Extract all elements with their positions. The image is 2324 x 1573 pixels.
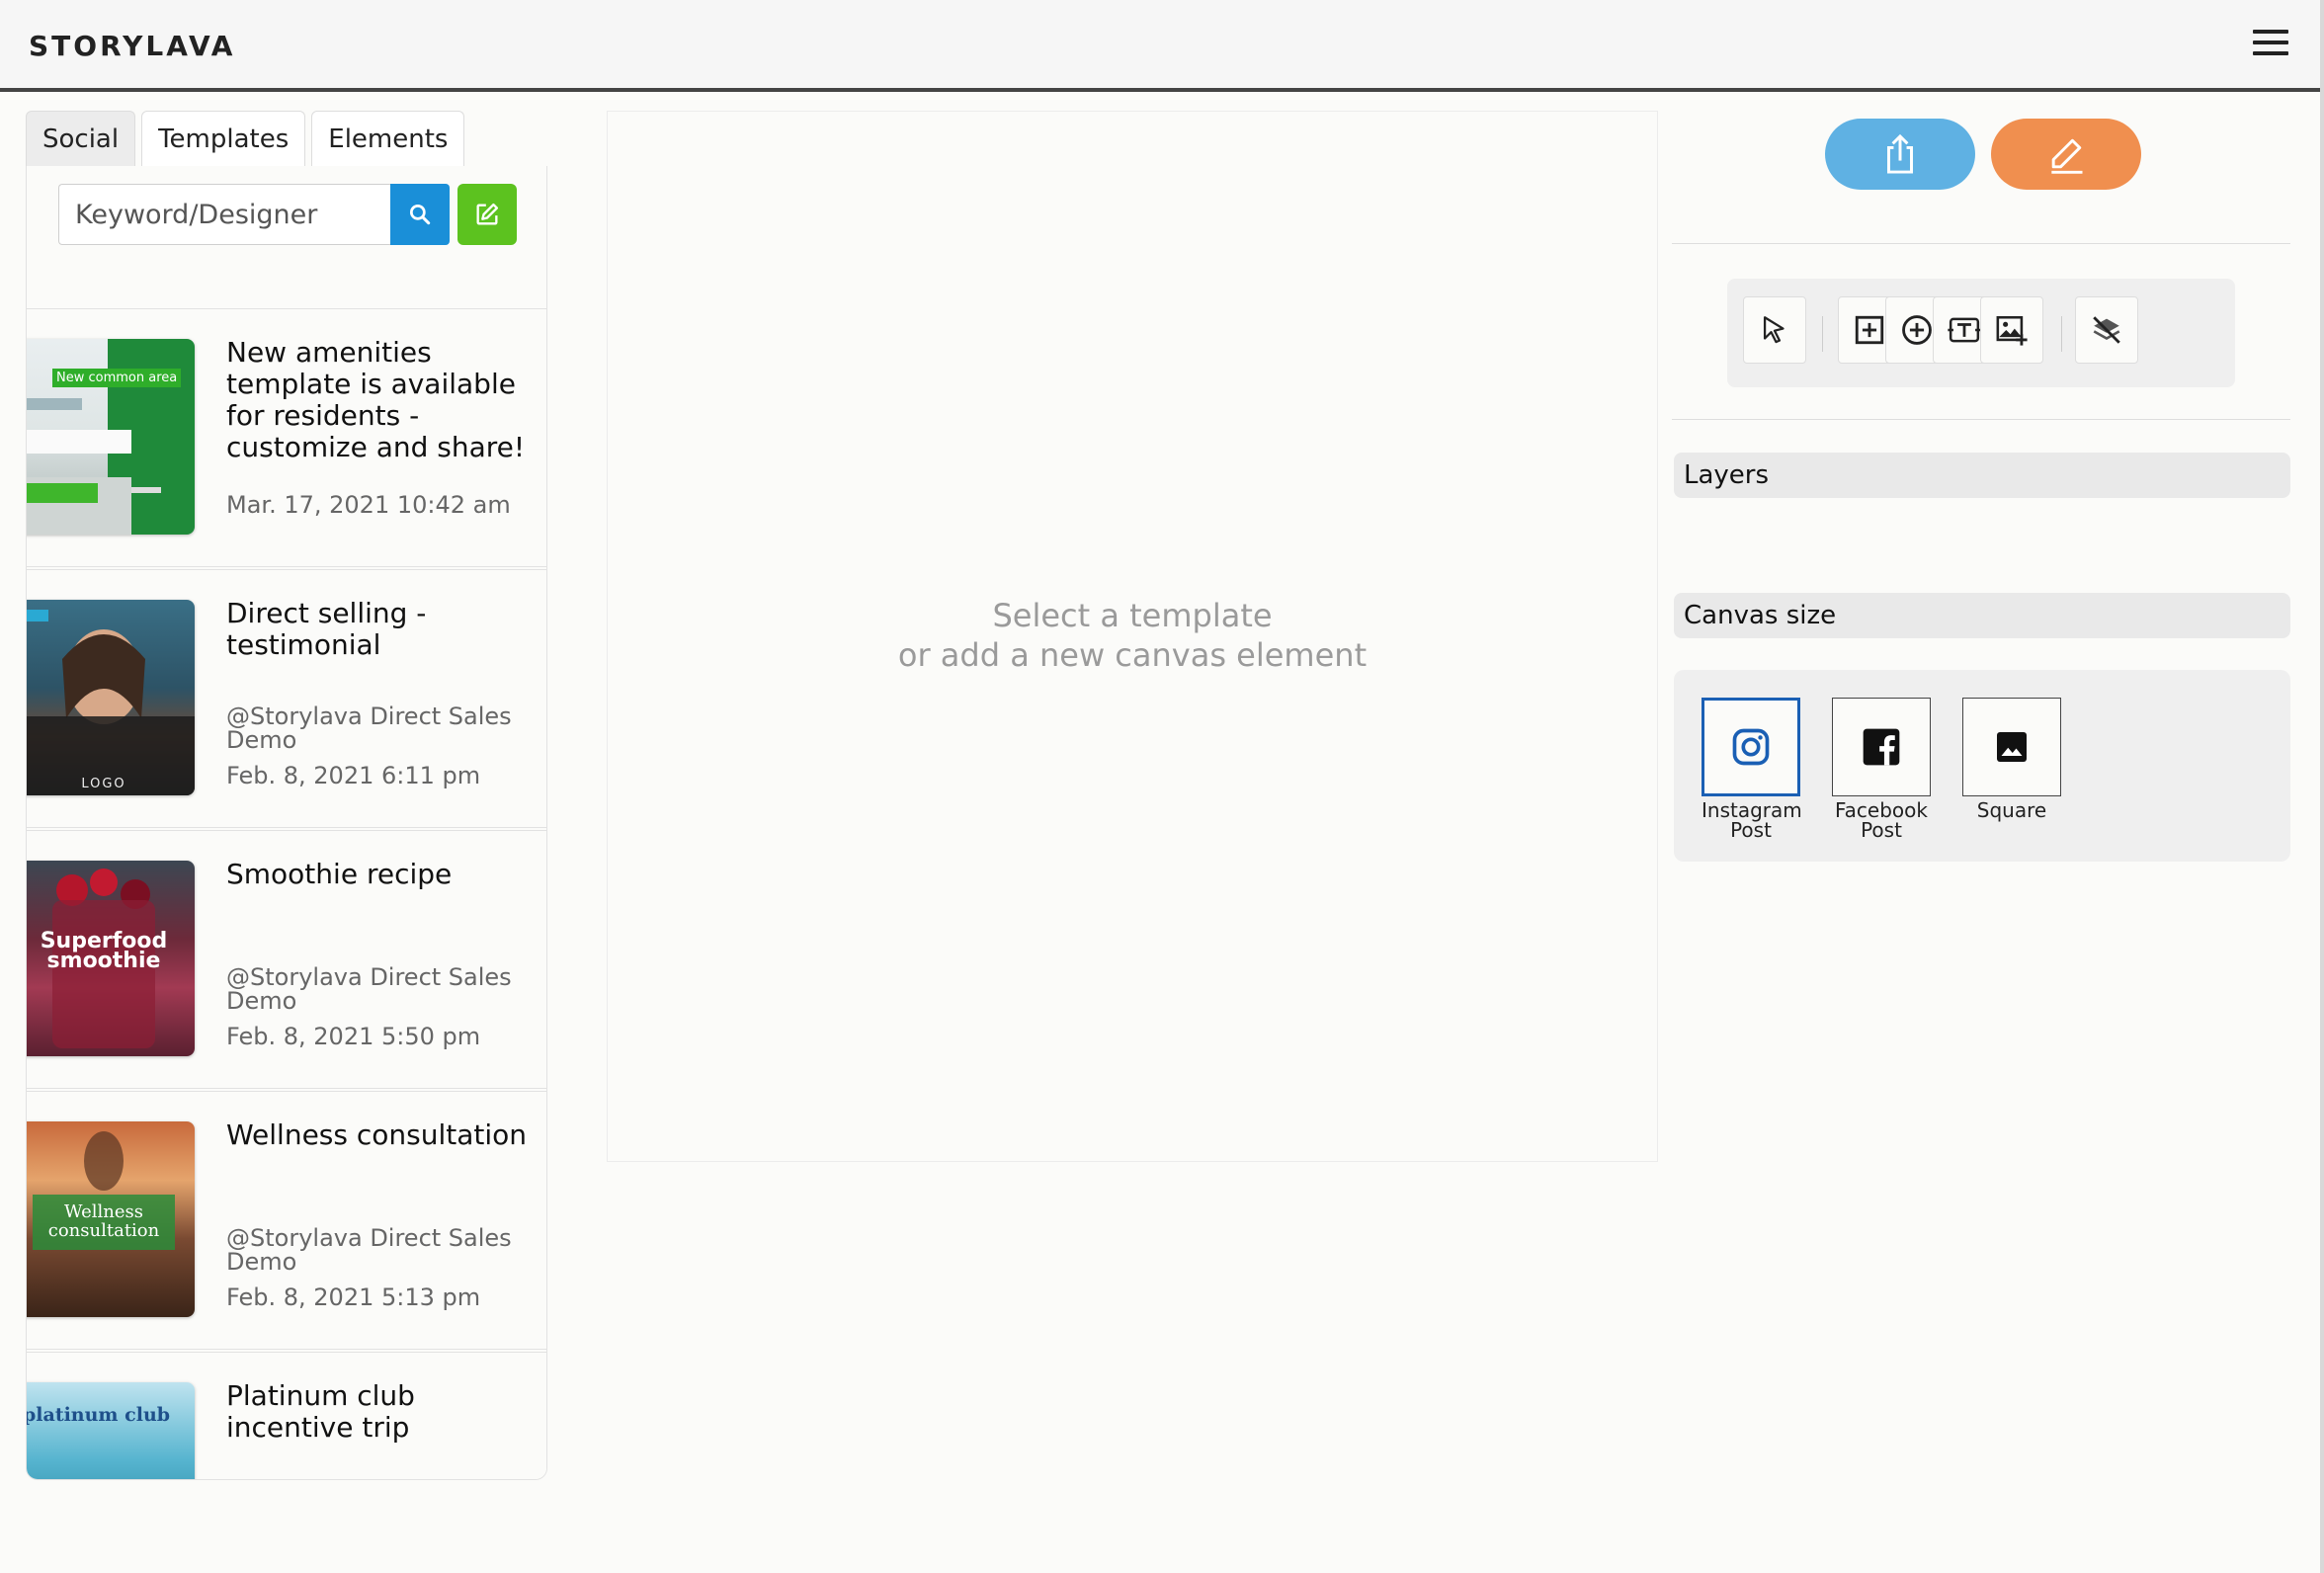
edit-button[interactable] xyxy=(1991,119,2141,190)
template-author: @Storylava Direct Sales Demo xyxy=(226,1224,512,1276)
layers-off-icon xyxy=(2093,316,2120,344)
cursor-icon xyxy=(1763,316,1784,344)
canvas-size-options: Instagram Post Facebook Post Square xyxy=(1674,670,2290,862)
edit-icon xyxy=(476,203,499,225)
template-title: Direct selling - testimonial xyxy=(226,597,427,661)
canvas-placeholder-line2: or add a new canvas element xyxy=(897,636,1368,674)
template-date: Feb. 8, 2021 5:50 pm xyxy=(226,1023,481,1050)
canvas-toolbar xyxy=(1727,279,2235,387)
template-card[interactable]: LOGO Direct selling - testimonial @Story… xyxy=(27,569,546,828)
search-row xyxy=(58,184,517,245)
template-title: Wellness consultation xyxy=(226,1118,528,1151)
image-plus-icon xyxy=(1996,315,2028,346)
image-icon xyxy=(1997,732,2027,762)
share-icon xyxy=(1887,133,1913,174)
window-edge xyxy=(2320,0,2324,1573)
hamburger-menu-icon[interactable] xyxy=(2253,30,2288,57)
add-image-button[interactable] xyxy=(1980,296,2043,364)
thumbnail-caption: LOGO xyxy=(81,777,126,791)
template-date: Feb. 8, 2021 6:11 pm xyxy=(226,762,481,789)
size-option-label: Square xyxy=(1976,798,2047,822)
thumbnail-caption: Wellness consultation xyxy=(47,1201,160,1241)
text-box-icon xyxy=(1948,317,1981,343)
instagram-icon xyxy=(1732,728,1770,766)
template-title: New amenities template is available for … xyxy=(226,336,526,463)
size-option-box xyxy=(1702,698,1800,796)
new-post-button[interactable] xyxy=(457,184,517,245)
template-list-panel: New common area New amenities template i… xyxy=(26,166,547,1480)
tab-elements[interactable]: Elements xyxy=(311,111,465,166)
divider xyxy=(1672,419,2290,420)
layers-panel-header[interactable]: Layers xyxy=(1674,453,2290,498)
search-icon xyxy=(409,204,431,225)
size-option-box xyxy=(1832,698,1931,796)
circle-plus-icon xyxy=(1902,315,1932,345)
size-option-instagram-post[interactable]: Instagram Post xyxy=(1702,698,1802,842)
app-logo[interactable]: STORYLAVA xyxy=(29,30,235,62)
tab-templates[interactable]: Templates xyxy=(141,111,306,166)
select-tool-button[interactable] xyxy=(1743,296,1806,364)
template-card[interactable]: Wellness consultation Wellness consultat… xyxy=(27,1091,546,1350)
template-thumbnail: LOGO xyxy=(27,600,195,795)
template-date: Mar. 17, 2021 10:42 am xyxy=(226,491,511,519)
search-button[interactable] xyxy=(390,184,450,245)
design-canvas[interactable]: Select a template or add a new canvas el… xyxy=(607,111,1658,1162)
size-option-label: Facebook Post xyxy=(1835,798,1928,842)
facebook-icon xyxy=(1863,728,1900,766)
size-option-facebook-post[interactable]: Facebook Post xyxy=(1832,698,1931,840)
top-header: STORYLAVA xyxy=(0,0,2320,92)
panel-tabs: Social Templates Elements xyxy=(26,111,465,166)
share-button[interactable] xyxy=(1825,119,1975,190)
template-title: Smoothie recipe xyxy=(226,858,453,890)
template-thumbnail: Superfood smoothie xyxy=(27,861,195,1056)
template-thumbnail: New common area xyxy=(27,339,195,535)
size-option-box xyxy=(1962,698,2061,796)
canvas-size-panel-header[interactable]: Canvas size xyxy=(1674,593,2290,638)
pencil-icon xyxy=(2051,138,2083,174)
divider xyxy=(1672,243,2290,244)
template-card[interactable]: Superfood smoothie Smoothie recipe @Stor… xyxy=(27,830,546,1089)
template-author: @Storylava Direct Sales Demo xyxy=(226,963,512,1015)
tab-social[interactable]: Social xyxy=(26,111,136,166)
size-option-label: Instagram Post xyxy=(1702,798,1802,842)
thumbnail-caption: Superfood smoothie xyxy=(40,929,168,973)
template-card[interactable]: platinum club Platinum club incentive tr… xyxy=(26,1352,546,1479)
template-thumbnail: Wellness consultation xyxy=(27,1121,195,1317)
thumbnail-caption: platinum club xyxy=(26,1404,171,1426)
template-card[interactable]: New common area New amenities template i… xyxy=(27,308,546,567)
template-thumbnail: platinum club xyxy=(26,1382,195,1479)
square-plus-icon xyxy=(1855,315,1884,345)
template-author: @Storylava Direct Sales Demo xyxy=(226,703,512,754)
template-date: Feb. 8, 2021 5:13 pm xyxy=(226,1283,481,1311)
template-title: Platinum club incentive trip xyxy=(226,1379,415,1444)
search-input[interactable] xyxy=(58,184,390,245)
canvas-placeholder-line1: Select a template xyxy=(992,597,1273,634)
size-option-square[interactable]: Square xyxy=(1962,698,2061,820)
layers-off-button[interactable] xyxy=(2075,296,2138,364)
thumbnail-caption: New common area xyxy=(52,369,182,387)
